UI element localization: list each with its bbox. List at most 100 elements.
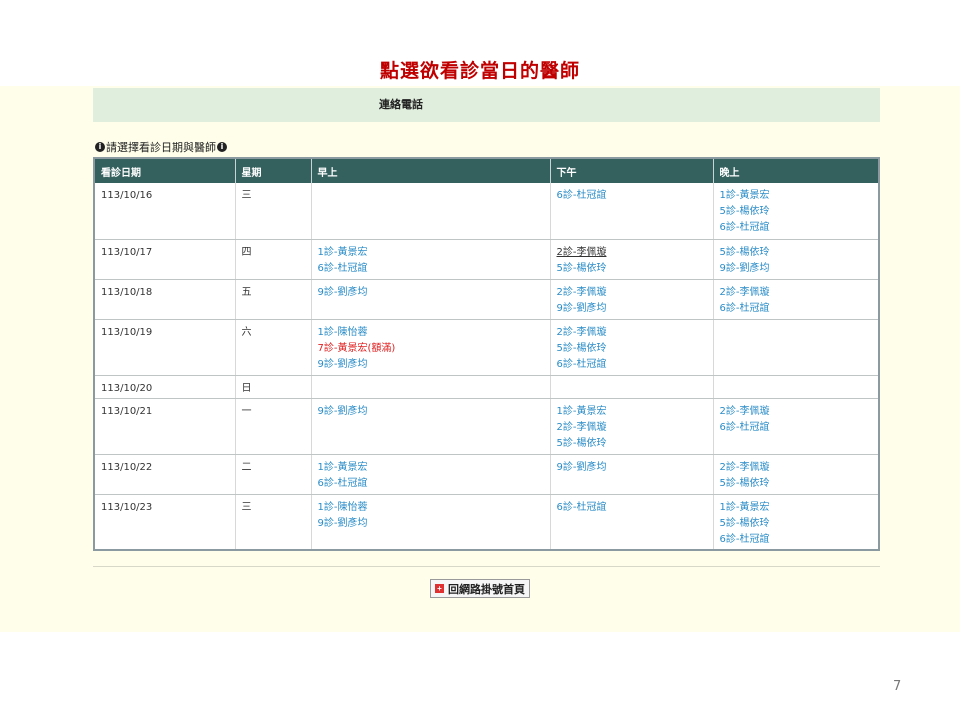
doctor-link[interactable]: 9診-劉彥均 bbox=[318, 285, 544, 301]
doctor-link[interactable]: 2診-李佩璇 bbox=[557, 420, 707, 436]
doctor-link[interactable]: 2診-李佩璇 bbox=[720, 460, 873, 476]
doctor-link[interactable]: 5診-楊依玲 bbox=[720, 516, 873, 532]
morning-cell bbox=[311, 375, 551, 399]
date-cell: 113/10/22 bbox=[94, 454, 236, 495]
evening-cell bbox=[713, 319, 879, 376]
table-row: 113/10/22 二 1診-黃景宏 6診-杜冠誼 9診-劉彥均 2診-李佩璇 5診-楊依玲 bbox=[94, 454, 879, 495]
header-afternoon: 下午 bbox=[550, 158, 714, 183]
evening-cell: 1診-黃景宏 5診-楊依玲 6診-杜冠誼 bbox=[713, 183, 879, 240]
afternoon-cell: 2診-李佩璇 9診-劉彥均 bbox=[550, 279, 714, 320]
doctor-link[interactable]: 1診-黃景宏 bbox=[318, 460, 544, 476]
doctor-link[interactable]: 9診-劉彥均 bbox=[720, 261, 873, 277]
doctor-link[interactable]: 6診-杜冠誼 bbox=[318, 476, 544, 492]
doctor-link[interactable]: 9診-劉彥均 bbox=[557, 460, 707, 476]
table-row: 113/10/19 六 1診-陳怡蓉 7診-黃景宏(額滿) 9診-劉彥均 2診-李佩璇 5診… bbox=[94, 319, 879, 376]
doctor-link[interactable]: 1診-陳怡蓉 bbox=[318, 500, 544, 516]
morning-cell: 9診-劉彥均 bbox=[311, 279, 551, 320]
doctor-link[interactable]: 9診-劉彥均 bbox=[557, 301, 707, 317]
table-row: 113/10/16 三 6診-杜冠誼 1診-黃景宏 5診-楊依玲 6診-杜冠誼 bbox=[94, 183, 879, 240]
morning-cell: 1診-陳怡蓉 9診-劉彥均 bbox=[311, 494, 551, 551]
doctor-link[interactable]: 6診-杜冠誼 bbox=[557, 188, 707, 204]
doctor-link[interactable]: 5診-楊依玲 bbox=[557, 261, 707, 277]
doctor-link[interactable]: 9診-劉彥均 bbox=[318, 357, 544, 373]
doctor-link[interactable]: 5診-楊依玲 bbox=[557, 341, 707, 357]
doctor-link[interactable]: 5診-楊依玲 bbox=[557, 436, 707, 452]
header-evening: 晚上 bbox=[713, 158, 879, 183]
weekday-cell: 三 bbox=[235, 494, 312, 551]
table-row: 113/10/20 日 bbox=[94, 375, 879, 399]
doctor-slot-full: 7診-黃景宏(額滿) bbox=[317, 342, 396, 354]
weekday-cell: 五 bbox=[235, 279, 312, 320]
table-row: 113/10/21 一 9診-劉彥均 1診-黃景宏 2診-李佩璇 5診-楊依玲 2診-李佩璇… bbox=[94, 398, 879, 455]
doctor-link[interactable]: 2診-李佩璇 bbox=[557, 325, 707, 341]
table-row: 113/10/18 五 9診-劉彥均 2診-李佩璇 9診-劉彥均 2診-李佩璇 6診-杜冠誼 bbox=[94, 279, 879, 320]
evening-cell: 1診-黃景宏 5診-楊依玲 6診-杜冠誼 bbox=[713, 494, 879, 551]
slide-title: 點選欲看診當日的醫師 bbox=[379, 60, 580, 82]
instruction-text: i 請選擇看診日期與醫師 i bbox=[94, 139, 228, 155]
page-number: 7 bbox=[893, 679, 902, 694]
doctor-link[interactable]: 2診-李佩璇 bbox=[557, 285, 707, 301]
evening-cell: 2診-李佩璇 6診-杜冠誼 bbox=[713, 279, 879, 320]
weekday-cell: 一 bbox=[235, 398, 312, 455]
doctor-link[interactable]: 6診-杜冠誼 bbox=[720, 301, 873, 317]
header-weekday: 星期 bbox=[235, 158, 312, 183]
date-cell: 113/10/23 bbox=[94, 494, 236, 551]
doctor-link[interactable]: 6診-杜冠誼 bbox=[720, 420, 873, 436]
doctor-link[interactable]: 6診-杜冠誼 bbox=[720, 220, 873, 236]
doctor-link[interactable]: 2診-李佩璇 bbox=[557, 245, 707, 261]
doctor-link[interactable]: 1診-陳怡蓉 bbox=[318, 325, 544, 341]
afternoon-cell bbox=[550, 375, 714, 399]
weekday-cell: 四 bbox=[235, 239, 312, 280]
divider bbox=[93, 566, 880, 567]
doctor-link[interactable]: 6診-杜冠誼 bbox=[557, 357, 707, 373]
instruction-label: 請選擇看診日期與醫師 bbox=[106, 141, 216, 154]
morning-cell: 9診-劉彥均 bbox=[311, 398, 551, 455]
evening-cell: 2診-李佩璇 6診-杜冠誼 bbox=[713, 398, 879, 455]
back-to-home-button[interactable]: + 回網路掛號首頁 bbox=[430, 579, 530, 598]
header-date: 看診日期 bbox=[94, 158, 236, 183]
doctor-link[interactable]: 6診-杜冠誼 bbox=[318, 261, 544, 277]
doctor-link[interactable]: 2診-李佩璇 bbox=[720, 404, 873, 420]
table-header-row: 看診日期 星期 早上 下午 晚上 bbox=[94, 158, 879, 183]
doctor-link[interactable]: 1診-黃景宏 bbox=[557, 404, 707, 420]
evening-cell: 2診-李佩璇 5診-楊依玲 bbox=[713, 454, 879, 495]
doctor-link[interactable]: 6診-杜冠誼 bbox=[557, 500, 707, 516]
morning-cell bbox=[311, 183, 551, 240]
afternoon-cell: 2診-李佩璇 5診-楊依玲 bbox=[550, 239, 714, 280]
doctor-link[interactable]: 2診-李佩璇 bbox=[720, 285, 873, 301]
schedule-table: 看診日期 星期 早上 下午 晚上 113/10/16 三 6診-杜冠誼 1診-黃景宏 5… bbox=[93, 157, 880, 551]
doctor-link[interactable]: 9診-劉彥均 bbox=[318, 516, 544, 532]
doctor-link[interactable]: 5診-楊依玲 bbox=[720, 476, 873, 492]
doctor-link[interactable]: 5診-楊依玲 bbox=[720, 204, 873, 220]
date-cell: 113/10/18 bbox=[94, 279, 236, 320]
afternoon-cell: 9診-劉彥均 bbox=[550, 454, 714, 495]
weekday-cell: 日 bbox=[235, 375, 312, 399]
doctor-link[interactable]: 9診-劉彥均 bbox=[318, 404, 544, 420]
morning-cell: 1診-黃景宏 6診-杜冠誼 bbox=[311, 239, 551, 280]
weekday-cell: 三 bbox=[235, 183, 312, 240]
morning-cell: 1診-陳怡蓉 7診-黃景宏(額滿) 9診-劉彥均 bbox=[311, 319, 551, 376]
info-icon: i bbox=[217, 142, 227, 152]
afternoon-cell: 1診-黃景宏 2診-李佩璇 5診-楊依玲 bbox=[550, 398, 714, 455]
info-icon: i bbox=[95, 142, 105, 152]
afternoon-cell: 6診-杜冠誼 bbox=[550, 494, 714, 551]
afternoon-cell: 2診-李佩璇 5診-楊依玲 6診-杜冠誼 bbox=[550, 319, 714, 376]
weekday-cell: 二 bbox=[235, 454, 312, 495]
morning-cell: 1診-黃景宏 6診-杜冠誼 bbox=[311, 454, 551, 495]
contact-label: 連絡電話 bbox=[379, 98, 423, 111]
date-cell: 113/10/17 bbox=[94, 239, 236, 280]
date-cell: 113/10/19 bbox=[94, 319, 236, 376]
weekday-cell: 六 bbox=[235, 319, 312, 376]
date-cell: 113/10/21 bbox=[94, 398, 236, 455]
date-cell: 113/10/16 bbox=[94, 183, 236, 240]
home-button-label: 回網路掛號首頁 bbox=[448, 583, 525, 596]
afternoon-cell: 6診-杜冠誼 bbox=[550, 183, 714, 240]
doctor-link[interactable]: 6診-杜冠誼 bbox=[720, 532, 873, 548]
contact-bar bbox=[93, 88, 880, 122]
doctor-link[interactable]: 5診-楊依玲 bbox=[720, 245, 873, 261]
date-cell: 113/10/20 bbox=[94, 375, 236, 399]
doctor-link[interactable]: 1診-黃景宏 bbox=[318, 245, 544, 261]
doctor-link[interactable]: 1診-黃景宏 bbox=[720, 500, 873, 516]
hospital-cross-icon: + bbox=[435, 584, 444, 593]
doctor-link[interactable]: 1診-黃景宏 bbox=[720, 188, 873, 204]
